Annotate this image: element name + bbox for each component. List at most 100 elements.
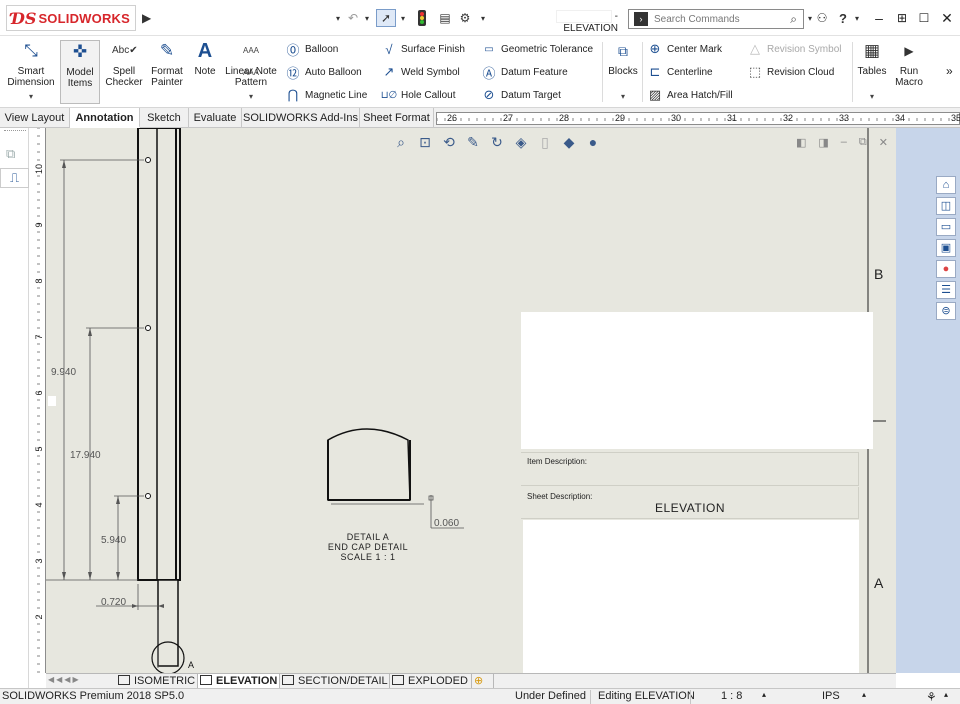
chevron-down-icon[interactable]: ▾	[4, 91, 58, 102]
canvas-restore-button[interactable]: ⧉	[859, 136, 867, 149]
status-units[interactable]: IPS	[822, 690, 840, 702]
auto-balloon-button[interactable]: ⑫ Auto Balloon	[284, 63, 361, 81]
datum-feature-button[interactable]: Ⓐ Datum Feature	[480, 63, 567, 81]
select-icon[interactable]: ➚	[376, 9, 396, 27]
tables-button[interactable]: ▦ Tables ▾	[855, 40, 889, 104]
collapse-right-icon[interactable]: ◨	[818, 136, 828, 149]
revision-cloud-button[interactable]: ⬚ Revision Cloud	[746, 63, 834, 81]
tab-solidworks-add-ins[interactable]: SOLIDWORKS Add-Ins	[242, 108, 360, 128]
maximize-button[interactable]: ☐	[915, 8, 933, 28]
design-library-icon[interactable]: ◫	[936, 197, 956, 215]
user-icon[interactable]: ⚇	[814, 9, 830, 27]
tab-evaluate[interactable]: Evaluate	[189, 108, 242, 128]
appearances-icon[interactable]: ●	[936, 260, 956, 278]
custom-properties-icon[interactable]: ☰	[936, 281, 956, 299]
options-dropdown-icon[interactable]: ▾	[478, 9, 488, 27]
help-icon[interactable]: ?	[836, 9, 850, 27]
add-sheet-icon[interactable]: ⊕	[472, 674, 494, 689]
drawing-canvas[interactable]: 9.940 17.940 5.940 0.720 A 0.060 DETAIL …	[46, 128, 896, 673]
chevron-down-icon[interactable]: ▾	[222, 91, 280, 102]
sheet-tab-exploded[interactable]: EXPLODED	[390, 674, 472, 689]
spell-checker-button[interactable]: Abc✔ Spell Checker	[104, 40, 144, 104]
display-style-icon[interactable]: ▯	[535, 134, 555, 154]
sheet-tab-label: ELEVATION	[216, 675, 278, 687]
tab-view-layout[interactable]: View Layout	[0, 108, 70, 128]
collapse-left-icon[interactable]: ◧	[796, 136, 806, 149]
undo-dropdown-icon[interactable]: ▾	[362, 9, 372, 27]
note-icon: A	[197, 40, 213, 62]
view-palette-icon[interactable]: ▣	[936, 239, 956, 257]
smart-dimension-button[interactable]: ⤡ Smart Dimension ▾	[4, 40, 58, 104]
magnetic-line-button[interactable]: ⋂ Magnetic Line	[284, 86, 368, 104]
new-dropdown-icon[interactable]: ▾	[332, 9, 344, 27]
solidworks-forum-icon[interactable]: ⊜	[936, 302, 956, 320]
ds-logo-icon: ƊS	[11, 8, 37, 28]
surface-finish-button[interactable]: √ Surface Finish	[380, 40, 465, 58]
tab-annotation[interactable]: Annotation	[70, 108, 140, 128]
rotate-icon[interactable]: ↻	[487, 134, 507, 154]
note-button[interactable]: A Note	[190, 40, 220, 104]
file-explorer-icon[interactable]: ▭	[936, 218, 956, 236]
sheet-format-icon[interactable]: ⎍	[0, 168, 29, 188]
format-painter-button[interactable]: ✎ Format Painter	[148, 40, 186, 104]
previous-view-icon[interactable]: ⟲	[439, 134, 459, 154]
minimize-button[interactable]: –	[870, 8, 888, 28]
canvas-close-button[interactable]: ✕	[879, 136, 888, 149]
undo-icon[interactable]: ↶	[344, 9, 362, 27]
search-input[interactable]: Search Commands	[654, 14, 790, 25]
chevron-down-icon[interactable]: ▾	[606, 91, 640, 102]
search-icon[interactable]: ⌕	[790, 12, 797, 27]
home-icon[interactable]: ⌂	[936, 176, 956, 194]
title-block-item-description: Item Description:	[521, 452, 859, 486]
close-button[interactable]: ✕	[938, 8, 956, 28]
menu-expand-icon[interactable]: ▶	[142, 9, 151, 27]
run-macro-button[interactable]: ▶ Run Macro	[892, 40, 926, 104]
panel-gripper[interactable]	[4, 130, 26, 134]
file-properties-icon[interactable]: ▤	[436, 9, 454, 27]
sheet-nav-arrows[interactable]: ◀◀◀▶	[48, 675, 81, 684]
tab-sheet-format[interactable]: Sheet Format	[360, 108, 434, 128]
units-dropdown-icon[interactable]: ▴	[862, 690, 866, 699]
edit-icon[interactable]: ✎	[463, 134, 483, 154]
vertical-ruler-ticks	[37, 128, 40, 673]
help-dropdown-icon[interactable]: ▾	[852, 9, 862, 27]
model-items-button[interactable]: ✜ Model Items	[60, 40, 100, 104]
balloon-button[interactable]: ⓪ Balloon	[284, 40, 338, 58]
sheet-tree-icon[interactable]: ⧉	[6, 146, 15, 162]
zoom-to-area-icon[interactable]: ⊡	[415, 134, 435, 154]
status-scale[interactable]: 1 : 8	[721, 690, 742, 702]
weld-symbol-button[interactable]: ↗ Weld Symbol	[380, 63, 460, 81]
sheet-tab-isometric[interactable]: ISOMETRIC	[116, 674, 198, 689]
select-dropdown-icon[interactable]: ▾	[398, 9, 408, 27]
revision-symbol-button[interactable]: △ Revision Symbol	[746, 40, 841, 58]
ribbon-more-button[interactable]: »	[946, 62, 953, 80]
centerline-icon: ⊏	[649, 64, 661, 79]
center-mark-button[interactable]: ⊕ Center Mark	[646, 40, 722, 58]
options-icon[interactable]: ⚙	[456, 9, 474, 27]
search-commands[interactable]: › Search Commands ⌕	[628, 9, 804, 29]
linear-note-pattern-button[interactable]: AAA AAA Linear Note Pattern ▾	[222, 40, 280, 104]
centerline-button[interactable]: ⊏ Centerline	[646, 63, 713, 81]
dimension-0-720: 0.720	[101, 597, 126, 608]
hole-callout-button[interactable]: ⊔∅ Hole Callout	[380, 86, 456, 104]
dimension-0-060: 0.060	[434, 518, 459, 529]
solidworks-logo[interactable]: ƊS SOLIDWORKS	[6, 5, 136, 31]
tab-sketch[interactable]: Sketch	[140, 108, 189, 128]
sheet-tab-section-detail[interactable]: SECTION/DETAIL	[280, 674, 390, 689]
traffic-light-icon[interactable]	[414, 9, 430, 27]
datum-target-button[interactable]: ⊘ Datum Target	[480, 86, 561, 104]
blocks-button[interactable]: ⧉ Blocks ▾	[606, 40, 640, 104]
area-hatch-fill-button[interactable]: ▨ Area Hatch/Fill	[646, 86, 733, 104]
sheet-tab-elevation[interactable]: ELEVATION	[198, 674, 280, 689]
canvas-minimize-button[interactable]: –	[841, 136, 847, 149]
appearance-icon[interactable]: ●	[583, 134, 603, 154]
view-orientation-icon[interactable]: ◈	[511, 134, 531, 154]
zoom-to-fit-icon[interactable]: ⌕	[391, 134, 411, 154]
status-dropdown-icon[interactable]: ▴	[944, 690, 948, 699]
chevron-down-icon[interactable]: ▾	[855, 91, 889, 102]
quick-tips-icon[interactable]: ⚘	[926, 690, 937, 704]
tile-button[interactable]: ⊞	[893, 8, 911, 28]
geometric-tolerance-button[interactable]: ▭ Geometric Tolerance	[480, 40, 593, 58]
scale-dropdown-icon[interactable]: ▴	[762, 690, 766, 699]
hide-show-icon[interactable]: ◆	[559, 134, 579, 154]
